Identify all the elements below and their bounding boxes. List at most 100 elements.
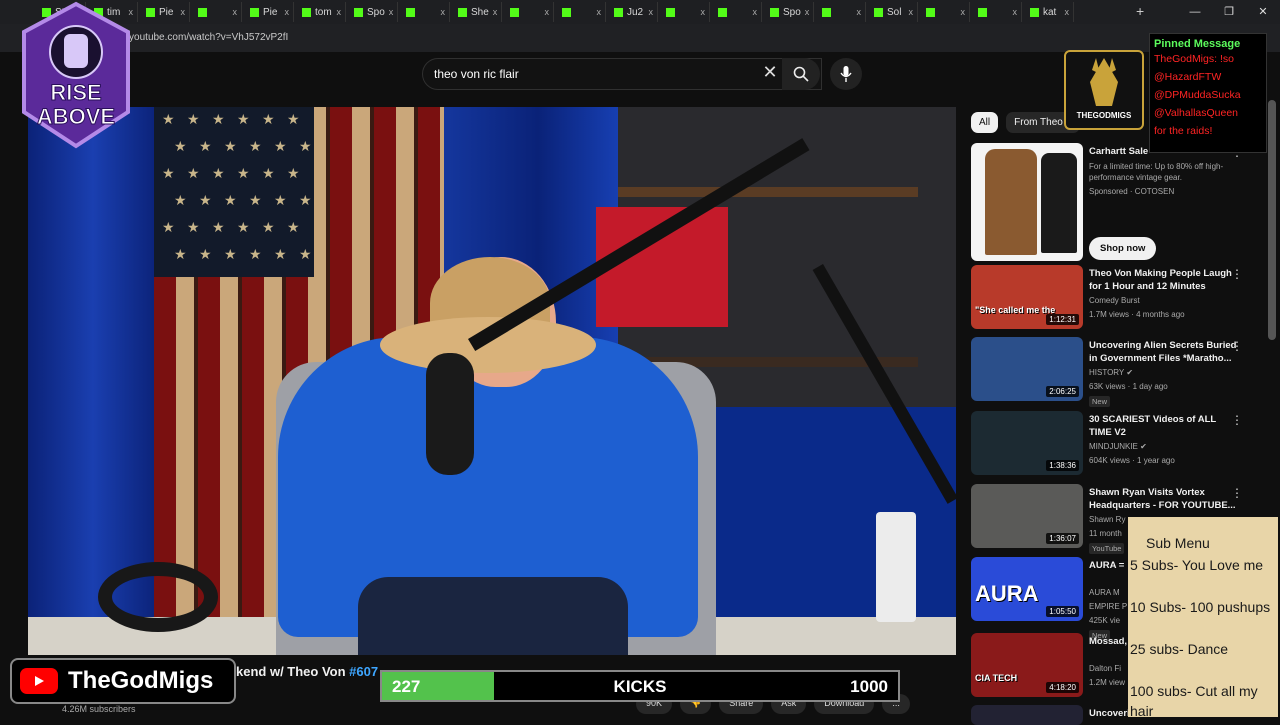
shop-now-button[interactable]: Shop now	[1089, 237, 1157, 260]
browser-tab[interactable]: Pie x	[140, 2, 190, 22]
recommendation-title[interactable]: Uncovering Alien Secrets Buried in Gover…	[1089, 339, 1237, 365]
shelf-board	[618, 187, 918, 197]
star-decor: ★	[299, 138, 312, 154]
channel-name[interactable]: Dalton Fi	[1089, 664, 1121, 673]
product-image	[985, 149, 1037, 255]
star-decor: ★	[237, 219, 250, 235]
filter-chip[interactable]: All	[971, 112, 999, 133]
tab-close-icon[interactable]: x	[285, 7, 294, 17]
browser-tab[interactable]: x	[556, 2, 606, 22]
tab-close-icon[interactable]: x	[701, 7, 710, 17]
tab-close-icon[interactable]: x	[389, 7, 397, 17]
close-window-button[interactable]: ✕	[1246, 0, 1280, 24]
video-duration: 2:06:25	[1046, 386, 1079, 397]
browser-tab[interactable]: kat x	[1024, 2, 1074, 22]
tab-close-icon[interactable]: x	[493, 7, 501, 17]
channel-name[interactable]: AURA M	[1089, 588, 1120, 597]
tab-close-icon[interactable]: x	[597, 7, 606, 17]
browser-tab[interactable]: tom x	[296, 2, 346, 22]
brand-name: TheGodMigs	[68, 667, 214, 694]
maximize-button[interactable]: ❐	[1212, 0, 1246, 24]
browser-tab[interactable]: Pie x	[244, 2, 294, 22]
more-options-icon[interactable]: ⋮	[1231, 267, 1243, 281]
browser-tab[interactable]: x	[192, 2, 242, 22]
browser-tab[interactable]: She x	[452, 2, 502, 22]
search-button[interactable]	[782, 58, 820, 90]
kick-favicon-icon	[770, 7, 779, 17]
star-decor: ★	[262, 165, 275, 181]
browser-tab[interactable]: x	[712, 2, 762, 22]
video-player[interactable]: ★ ★ ★ ★ ★ ★ ★ ★ ★ ★ ★ ★ ★ ★ ★ ★ ★ ★ ★ ★ ★ ★ ★ ★ ★ ★ ★ ★ ★ ★ ★ ★ ★ ★ ★ ★	[28, 107, 956, 655]
channel-name[interactable]: Shawn Ry	[1089, 515, 1125, 524]
channel-name[interactable]: MINDJUNKIE ✔	[1089, 442, 1147, 451]
recommendation-title[interactable]: Shawn Ryan Visits Vortex Headquarters - …	[1089, 486, 1237, 512]
video-duration: 4:18:20	[1046, 682, 1079, 693]
anubis-icon	[1090, 58, 1118, 106]
star-decor: ★	[174, 192, 187, 208]
new-tab-button[interactable]: +	[1136, 3, 1144, 19]
browser-tab[interactable]: x	[400, 2, 450, 22]
url-text[interactable]: v.youtube.com/watch?v=VhJ572vP2fI	[122, 32, 288, 43]
video-thumbnail[interactable]: CIA TECH 4:18:20	[971, 633, 1083, 697]
more-options-icon[interactable]: ⋮	[1231, 486, 1243, 500]
scrollbar[interactable]	[1268, 100, 1276, 340]
browser-tab[interactable]: x	[504, 2, 554, 22]
video-thumbnail[interactable]: AURA 1:05:50	[971, 557, 1083, 621]
tab-close-icon[interactable]: x	[1065, 7, 1074, 17]
video-duration: 1:36:07	[1046, 533, 1079, 544]
kick-favicon-icon	[666, 7, 675, 17]
tab-close-icon[interactable]: x	[909, 7, 918, 17]
browser-tab[interactable]: x	[972, 2, 1022, 22]
browser-tab[interactable]: x	[660, 2, 710, 22]
browser-tab[interactable]: Spo x	[764, 2, 814, 22]
video-thumbnail[interactable]: 2:06:25	[971, 337, 1083, 401]
video-thumbnail[interactable]: "She called me the 1:12:31	[971, 265, 1083, 329]
browser-tab[interactable]: Ju2 x	[608, 2, 658, 22]
browser-tab[interactable]: x	[816, 2, 866, 22]
voice-search-button[interactable]	[830, 58, 862, 90]
host-pants	[358, 577, 628, 655]
product-image	[1041, 153, 1077, 253]
kick-favicon-icon	[302, 7, 311, 17]
video-thumbnail[interactable]: 1:36:07	[971, 484, 1083, 548]
video-thumbnail[interactable]	[971, 143, 1083, 261]
tab-close-icon[interactable]: x	[441, 7, 450, 17]
sub-menu-item: 10 Subs- 100 pushups	[1130, 599, 1271, 615]
channel-name[interactable]: HISTORY ✔	[1089, 368, 1133, 377]
tab-close-icon[interactable]: x	[1013, 7, 1022, 17]
tab-close-icon[interactable]: x	[857, 7, 866, 17]
video-thumbnail[interactable]	[971, 705, 1083, 725]
tab-close-icon[interactable]: x	[181, 7, 190, 17]
goal-current: 227	[392, 677, 421, 696]
tab-close-icon[interactable]: x	[233, 7, 242, 17]
address-bar[interactable]: v.youtube.com/watch?v=VhJ572vP2fI	[0, 24, 1280, 52]
tab-close-icon[interactable]: x	[961, 7, 970, 17]
tab-close-icon[interactable]: x	[649, 7, 658, 17]
ad-sponsor: Sponsored · COTOSEN	[1089, 187, 1175, 196]
recommendation-title[interactable]: Theo Von Making People Laugh for 1 Hour …	[1089, 267, 1237, 293]
more-options-icon[interactable]: ⋮	[1231, 413, 1243, 427]
video-thumbnail[interactable]: 1:38:36	[971, 411, 1083, 475]
browser-tab[interactable]: Sol x	[868, 2, 918, 22]
tab-close-icon[interactable]: x	[805, 7, 813, 17]
star-decor: ★	[299, 246, 312, 262]
browser-tab[interactable]: x	[920, 2, 970, 22]
star-decor: ★	[249, 246, 262, 262]
headphones-decor	[98, 562, 218, 632]
sub-menu-panel: Sub Menu 5 Subs- You Love me 10 Subs- 10…	[1128, 517, 1278, 719]
browser-tab[interactable]: Spo x	[348, 2, 398, 22]
channel-name[interactable]: Comedy Burst	[1089, 296, 1140, 305]
streamer-logo-text: THEGODMIGS	[1076, 111, 1132, 120]
minimize-button[interactable]: —	[1178, 0, 1212, 24]
tab-close-icon[interactable]: x	[545, 7, 554, 17]
star-decor: ★	[162, 165, 175, 181]
episode-hashtag[interactable]: #607	[349, 664, 378, 679]
recommendation-title[interactable]: 30 SCARIEST Videos of ALL TIME V2	[1089, 413, 1237, 439]
pinned-line: @HazardFTW	[1154, 71, 1222, 83]
clear-search-icon[interactable]: ✕	[760, 62, 780, 82]
video-duration: 1:05:50	[1046, 606, 1079, 617]
more-options-icon[interactable]: ⋮	[1231, 339, 1243, 353]
star-decor: ★	[174, 246, 187, 262]
tab-close-icon[interactable]: x	[753, 7, 762, 17]
tab-close-icon[interactable]: x	[337, 7, 346, 17]
